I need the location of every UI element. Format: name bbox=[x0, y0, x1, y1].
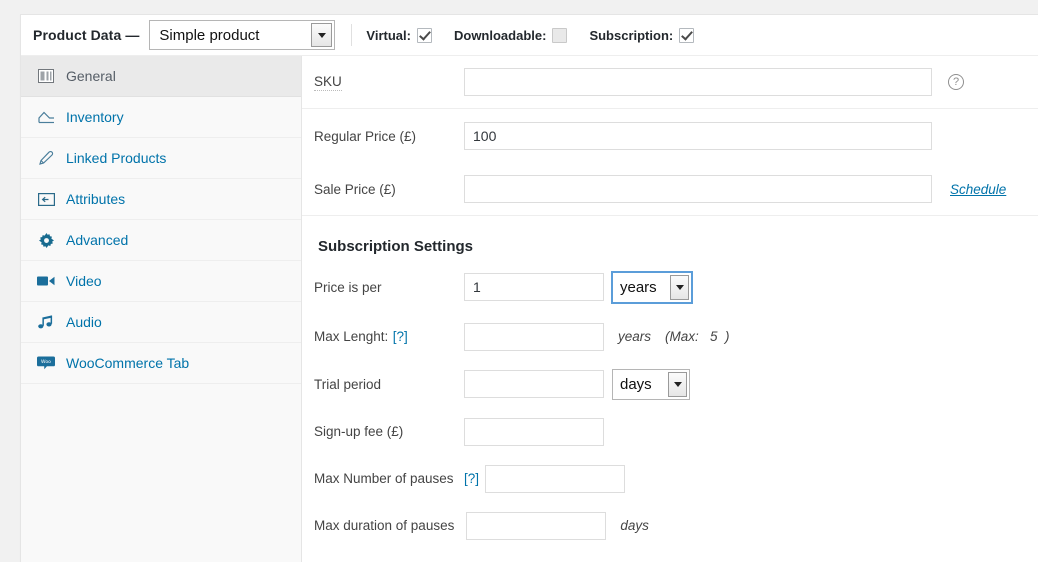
sidebar-item-general[interactable]: General bbox=[21, 56, 301, 97]
sidebar-item-label: Video bbox=[66, 273, 102, 289]
max-pause-duration-label: Max duration of pauses bbox=[314, 518, 455, 533]
max-pause-duration-unit: days bbox=[620, 518, 649, 533]
sku-field-row: SKU ? bbox=[302, 56, 1038, 108]
sidebar-item-label: General bbox=[66, 68, 116, 84]
subscription-settings-heading: Subscription Settings bbox=[318, 238, 474, 255]
video-camera-icon bbox=[37, 272, 55, 290]
sidebar-item-label: Audio bbox=[66, 314, 102, 330]
trial-period-row: Trial period days bbox=[302, 360, 1038, 408]
sidebar-item-label: Linked Products bbox=[66, 150, 167, 166]
signup-fee-row: Sign-up fee (£) bbox=[302, 408, 1038, 455]
music-note-icon bbox=[37, 313, 55, 331]
downloadable-toggle[interactable]: Downloadable: bbox=[453, 27, 568, 43]
subscription-checkbox[interactable] bbox=[679, 27, 695, 43]
virtual-label: Virtual: bbox=[366, 27, 411, 43]
sidebar-item-label: WooCommerce Tab bbox=[66, 355, 190, 371]
sidebar-item-video[interactable]: Video bbox=[21, 261, 301, 302]
svg-text:Woo: Woo bbox=[41, 359, 51, 365]
trial-period-unit-value: days bbox=[620, 375, 652, 393]
product-data-panel: Product Data — Simple product Virtual: D… bbox=[20, 14, 1038, 562]
price-period-value: years bbox=[620, 278, 657, 296]
max-length-row: Max Lenght: [?] years (Max: 5 ) bbox=[302, 313, 1038, 360]
sidebar-item-label: Attributes bbox=[66, 191, 126, 207]
sale-price-input[interactable] bbox=[464, 175, 932, 203]
virtual-checkbox[interactable] bbox=[416, 27, 432, 43]
sidebar-item-advanced[interactable]: Advanced bbox=[21, 220, 301, 261]
sku-label: SKU bbox=[314, 74, 342, 91]
inventory-icon bbox=[37, 108, 55, 126]
sidebar-item-label: Advanced bbox=[66, 232, 129, 248]
subscription-label: Subscription: bbox=[589, 27, 674, 43]
sale-price-row: Sale Price (£) Schedule bbox=[302, 163, 1038, 215]
sidebar-item-inventory[interactable]: Inventory bbox=[21, 97, 301, 138]
chevron-down-icon bbox=[311, 23, 333, 47]
max-length-label: Max Lenght: bbox=[314, 328, 389, 344]
sidebar-item-attributes[interactable]: Attributes bbox=[21, 179, 301, 220]
gear-icon bbox=[37, 231, 55, 249]
sale-price-label: Sale Price (£) bbox=[314, 181, 396, 197]
max-pause-duration-input[interactable] bbox=[466, 511, 607, 540]
virtual-toggle[interactable]: Virtual: bbox=[366, 27, 432, 43]
attributes-icon bbox=[37, 190, 55, 208]
general-panel: SKU ? Regular Price (£) Sale Price (£) S… bbox=[302, 56, 1038, 562]
sidebar-item-label: Inventory bbox=[66, 109, 124, 125]
price-is-per-row: Price is per years bbox=[302, 261, 1038, 313]
price-period-select[interactable]: years bbox=[612, 271, 692, 303]
max-length-label-slot: Max Lenght: [?] bbox=[314, 328, 464, 346]
screen: Product Data — Simple product Virtual: D… bbox=[0, 0, 1038, 562]
max-pauses-help-link[interactable]: [?] bbox=[464, 471, 479, 486]
product-data-header: Product Data — Simple product Virtual: D… bbox=[21, 15, 1038, 56]
max-length-help-link[interactable]: [?] bbox=[393, 329, 408, 344]
chevron-down-icon bbox=[670, 274, 689, 300]
product-data-body: General Inventory Linked Products Attrib… bbox=[21, 56, 1038, 562]
subscription-toggle[interactable]: Subscription: bbox=[589, 27, 695, 43]
max-length-max-note: (Max: 5 ) bbox=[665, 329, 730, 344]
max-pauses-label: Max Number of pauses bbox=[314, 470, 454, 486]
signup-fee-input[interactable] bbox=[464, 417, 604, 446]
header-divider bbox=[351, 24, 353, 46]
trial-period-unit-select[interactable]: days bbox=[612, 368, 690, 400]
woocommerce-icon: Woo bbox=[37, 354, 55, 372]
page-title: Product Data — bbox=[33, 27, 140, 43]
signup-fee-label: Sign-up fee (£) bbox=[314, 424, 404, 439]
max-pauses-row: Max Number of pauses [?] bbox=[302, 455, 1038, 502]
schedule-link[interactable]: Schedule bbox=[950, 182, 1006, 197]
price-is-per-label: Price is per bbox=[314, 279, 382, 295]
downloadable-checkbox[interactable] bbox=[552, 27, 568, 43]
max-length-input[interactable] bbox=[464, 322, 604, 351]
max-pauses-input[interactable] bbox=[485, 464, 626, 493]
regular-price-label: Regular Price (£) bbox=[314, 128, 417, 144]
sku-input[interactable] bbox=[464, 68, 932, 96]
question-mark-icon[interactable]: ? bbox=[948, 74, 964, 90]
sidebar-item-audio[interactable]: Audio bbox=[21, 302, 301, 343]
price-is-per-input[interactable] bbox=[464, 273, 604, 301]
product-type-value: Simple product bbox=[159, 26, 260, 44]
sidebar-item-woocommerce-tab[interactable]: Woo WooCommerce Tab bbox=[21, 343, 301, 384]
product-data-tabs: General Inventory Linked Products Attrib… bbox=[21, 56, 302, 562]
general-icon bbox=[37, 67, 55, 85]
max-length-unit: years bbox=[618, 329, 652, 344]
chevron-down-icon bbox=[668, 371, 687, 397]
sku-label-slot: SKU bbox=[314, 73, 464, 91]
regular-price-row: Regular Price (£) bbox=[302, 109, 1038, 163]
product-type-select[interactable]: Simple product bbox=[149, 20, 336, 50]
sidebar-item-linked-products[interactable]: Linked Products bbox=[21, 138, 301, 179]
max-pauses-label-slot: Max Number of pauses [?] bbox=[314, 470, 479, 488]
regular-price-input[interactable] bbox=[464, 122, 932, 150]
trial-period-input[interactable] bbox=[464, 370, 604, 398]
downloadable-label: Downloadable: bbox=[453, 27, 547, 43]
max-pause-duration-row: Max duration of pauses days bbox=[302, 502, 1038, 549]
linked-products-icon bbox=[37, 149, 55, 167]
trial-period-label: Trial period bbox=[314, 376, 382, 392]
